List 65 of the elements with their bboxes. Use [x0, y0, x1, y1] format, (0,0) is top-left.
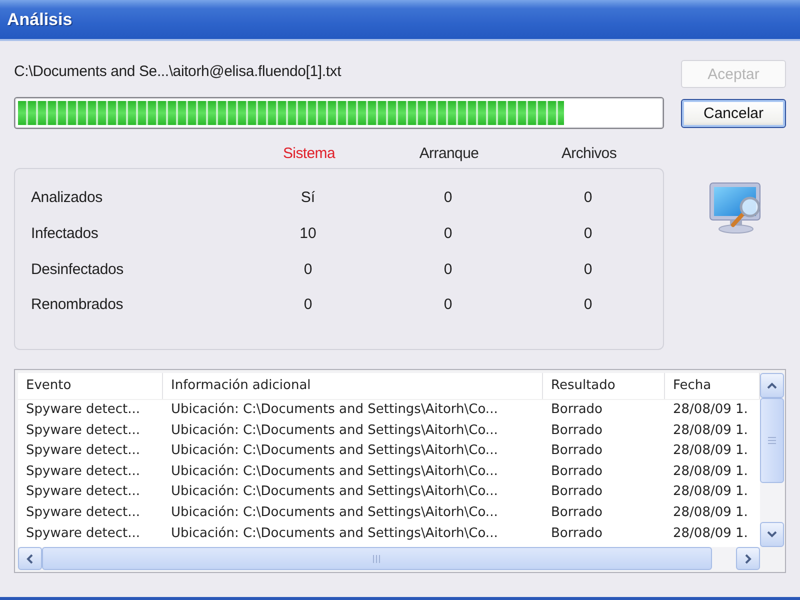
table-cell-text: Ubicación: C:\Documents and Settings\Aitorh\Co... [170, 462, 499, 481]
dialog-button[interactable]: Cancelar [681, 99, 786, 128]
table-cell-text: Spyware detect... [25, 401, 141, 419]
stat-value: 0 [584, 296, 592, 314]
table-cell-text: Borrado [550, 422, 604, 440]
row-label: Renombrados [31, 296, 124, 314]
stat-value: 0 [584, 189, 592, 206]
table-cell-text: Spyware detect... [25, 524, 141, 543]
column-header: Sistema [282, 145, 336, 162]
stat-value: 0 [444, 189, 452, 206]
column-header: Arranque [419, 145, 479, 162]
stat-value: Sí [300, 189, 316, 206]
table-cell-text: Spyware detect... [25, 442, 141, 460]
file-path: C:\Documents and Se...\aitorh@elisa.fluendo[1].txt [14, 63, 342, 81]
stat-value: 0 [584, 225, 592, 242]
row-label: Analizados [31, 189, 102, 206]
table-cell-text: Spyware detect... [25, 462, 141, 481]
grip-icon [768, 437, 776, 444]
scrollbar-thumb[interactable] [760, 398, 784, 483]
table-cell-text: Borrado [550, 442, 604, 460]
stat-value: 0 [444, 260, 452, 278]
table-cell-text: Ubicación: C:\Documents and Settings\Aitorh\Co... [170, 401, 499, 419]
table-cell-text: 28/08/09 1. [672, 462, 749, 481]
column-header[interactable]: Información adicional [163, 373, 543, 399]
stat-value: 0 [304, 260, 312, 278]
stat-value: 0 [304, 296, 312, 314]
table-cell-text: Ubicación: C:\Documents and Settings\Aitorh\Co... [170, 504, 499, 522]
window-title: Análisis [7, 10, 72, 30]
table-cell-text: 28/08/09 1. [672, 401, 749, 419]
grip-icon [372, 554, 382, 562]
table-cell-text: Ubicación: C:\Documents and Settings\Aitorh\Co... [170, 483, 499, 502]
scroll-up-button[interactable] [760, 373, 784, 398]
table-cell-text: Ubicación: C:\Documents and Settings\Aitorh\Co... [170, 524, 499, 543]
table-cell-text: 28/08/09 1. [672, 483, 749, 502]
vertical-scrollbar[interactable] [760, 373, 784, 547]
column-header: Archivos [561, 145, 617, 162]
column-header[interactable]: Evento [18, 373, 163, 399]
table-cell-text: Ubicación: C:\Documents and Settings\Aitorh\Co... [170, 442, 499, 460]
table-cell-text: 28/08/09 1. [672, 504, 749, 522]
stat-value: 10 [300, 225, 316, 242]
table-cell-text: Borrado [550, 504, 604, 522]
stat-value: 0 [444, 225, 452, 242]
chevron-down-icon [767, 531, 777, 538]
column-header[interactable]: Resultado [543, 373, 665, 399]
chevron-up-icon [767, 382, 777, 389]
table-cell-text: 28/08/09 1. [672, 524, 749, 543]
table-cell-text: Borrado [550, 483, 604, 502]
stat-value: 0 [444, 296, 452, 314]
table-cell-text: 28/08/09 1. [672, 422, 749, 440]
table-cell-text: 28/08/09 1. [672, 442, 749, 460]
table-cell-text: Ubicación: C:\Documents and Settings\Aitorh\Co... [170, 422, 499, 440]
chevron-left-icon [26, 554, 34, 564]
chevron-right-icon [744, 554, 752, 564]
stat-value: 0 [584, 260, 592, 278]
scroll-left-button[interactable] [18, 547, 42, 570]
row-label: Desinfectados [31, 260, 124, 278]
scroll-down-button[interactable] [760, 522, 784, 547]
table-cell-text: Borrado [550, 524, 604, 543]
row-label: Infectados [31, 225, 98, 242]
table-cell-text: Spyware detect... [25, 483, 141, 502]
table-cell-text: Spyware detect... [25, 504, 141, 522]
table-cell-text: Borrado [550, 401, 604, 419]
table-cell-text: Spyware detect... [25, 422, 141, 440]
scroll-right-button[interactable] [736, 547, 760, 570]
table-cell-text: Borrado [550, 462, 604, 481]
